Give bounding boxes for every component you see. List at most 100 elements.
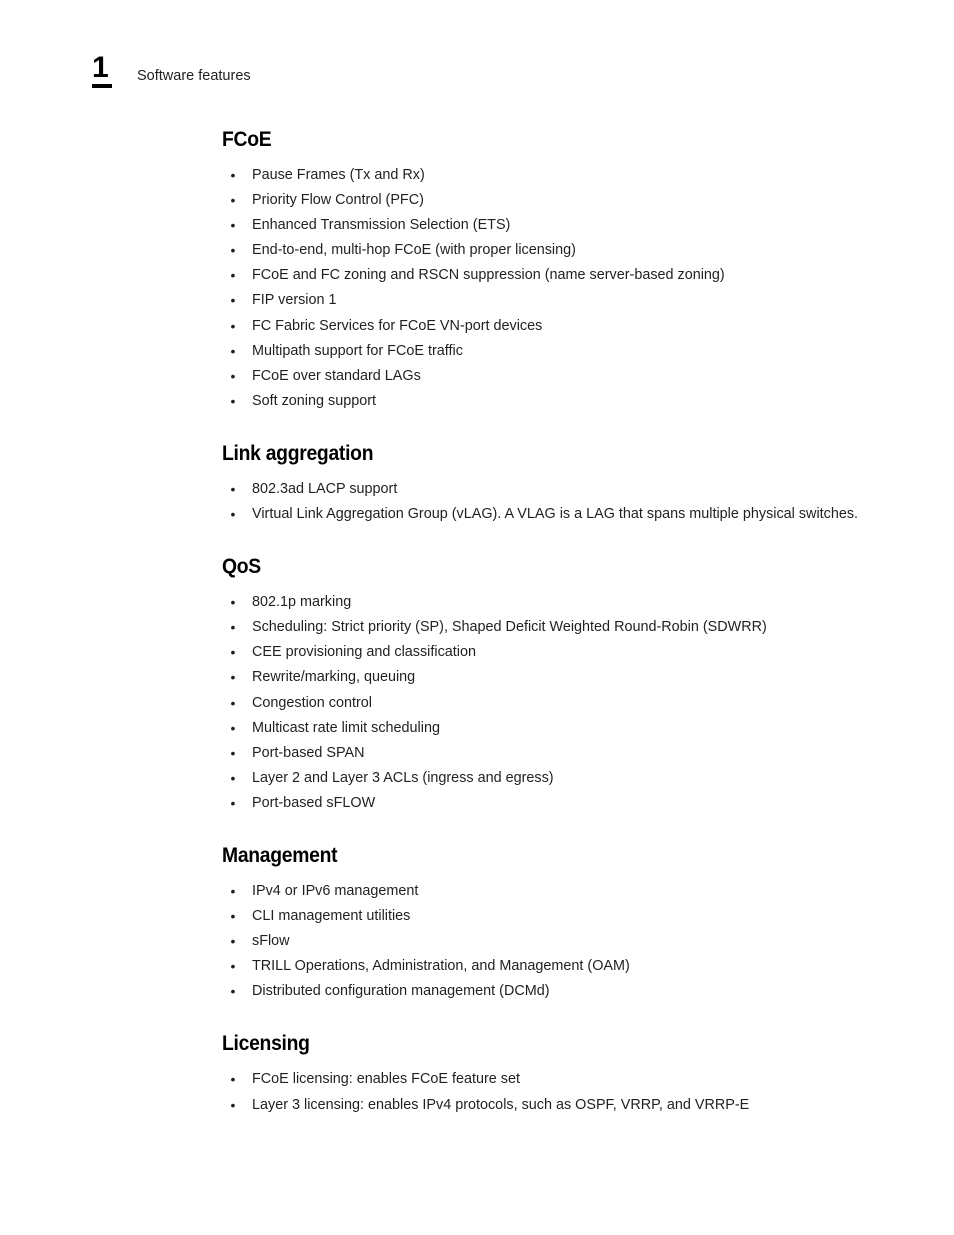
running-header-title: Software features <box>137 68 251 84</box>
list-item-text: Virtual Link Aggregation Group (vLAG). A… <box>252 506 859 523</box>
list-item: • Soft zoning support <box>222 389 922 414</box>
list-item-text: IPv4 or IPv6 management <box>252 882 419 899</box>
list-item-text: Enhanced Transmission Selection (ETS) <box>252 217 511 234</box>
section-heading: FCoE <box>222 128 272 151</box>
list-item: • Priority Flow Control (PFC) <box>222 188 922 213</box>
list-item: • FC Fabric Services for FCoE VN-port dev… <box>222 314 922 339</box>
list-item-text: End-to-end, multi-hop FCoE (with proper … <box>252 242 576 259</box>
list-item: • 802.1p marking <box>222 590 922 615</box>
list-item: • End-to-end, multi-hop FCoE (with proper… <box>222 238 922 263</box>
list-item-text: CEE provisioning and classification <box>252 644 476 661</box>
list-item-text: Pause Frames (Tx and Rx) <box>252 167 425 183</box>
list-item: • TRILL Operations, Administration, and M… <box>222 954 922 979</box>
list-item: • Multicast rate limit scheduling <box>222 716 922 741</box>
feature-list: • IPv4 or IPv6 management • CLI management … <box>222 879 922 1004</box>
bullet-icon: • <box>230 744 236 761</box>
list-item-text: Priority Flow Control (PFC) <box>252 192 424 209</box>
list-item-text: FCoE and FC zoning and RSCN suppression … <box>252 267 725 284</box>
feature-section: Licensing • FCoE licensing: enables FCoE f… <box>222 1032 922 1117</box>
bullet-icon: • <box>230 694 236 711</box>
bullet-icon: • <box>230 669 236 686</box>
list-item: • FCoE and FC zoning and RSCN suppression… <box>222 263 922 288</box>
bullet-icon: • <box>230 794 236 811</box>
section-heading: Management <box>222 843 338 867</box>
bullet-icon: • <box>230 933 236 950</box>
document-page: 1 Software features FCoE • Pause Frames (T… <box>0 0 954 1235</box>
bullet-icon: • <box>230 317 236 334</box>
list-item: • Layer 2 and Layer 3 ACLs (ingress and e… <box>222 766 922 791</box>
feature-list: • 802.3ad LACP support • Virtual Link Aggre… <box>222 477 922 527</box>
chapter-number: 1 <box>92 53 112 88</box>
bullet-icon: • <box>230 480 236 497</box>
feature-section: Management • IPv4 or IPv6 management • CLI m… <box>222 844 922 1004</box>
list-item: • Distributed configuration management (D… <box>222 979 922 1004</box>
list-item-text: Congestion control <box>252 694 372 711</box>
bullet-icon: • <box>230 983 236 1000</box>
feature-list: • 802.1p marking • Scheduling: Strict prior… <box>222 590 922 816</box>
list-item: • Multipath support for FCoE traffic <box>222 339 922 364</box>
feature-list: • Pause Frames (Tx and Rx) • Priority Flow … <box>222 163 922 414</box>
bullet-icon: • <box>230 619 236 636</box>
bullet-icon: • <box>230 167 236 183</box>
list-item: • Virtual Link Aggregation Group (vLAG). … <box>222 502 922 527</box>
list-item-text: Multicast rate limit scheduling <box>252 719 440 736</box>
list-item-text: Port-based sFLOW <box>252 794 376 811</box>
list-item: • 802.3ad LACP support <box>222 477 922 502</box>
list-item-text: FC Fabric Services for FCoE VN-port devi… <box>252 317 543 334</box>
list-item: • FIP version 1 <box>222 288 922 313</box>
list-item-text: Scheduling: Strict priority (SP), Shaped… <box>252 619 767 636</box>
list-item: • Congestion control <box>222 691 922 716</box>
feature-section: FCoE • Pause Frames (Tx and Rx) • Priority F… <box>222 128 922 414</box>
list-item-text: Layer 3 licensing: enables IPv4 protocol… <box>252 1096 750 1113</box>
list-item-text: Port-based SPAN <box>252 744 365 761</box>
bullet-icon: • <box>230 217 236 234</box>
bullet-icon: • <box>230 506 236 523</box>
bullet-icon: • <box>230 392 236 409</box>
list-item: • Layer 3 licensing: enables IPv4 protoco… <box>222 1093 922 1118</box>
list-item: • Pause Frames (Tx and Rx) <box>222 163 922 188</box>
list-item-text: FCoE licensing: enables FCoE feature set <box>252 1071 520 1088</box>
bullet-icon: • <box>230 292 236 309</box>
bullet-icon: • <box>230 594 236 611</box>
list-item: • FCoE licensing: enables FCoE feature se… <box>222 1067 922 1092</box>
bullet-icon: • <box>230 882 236 899</box>
section-heading: QoS <box>222 555 261 579</box>
list-item: • Port-based SPAN <box>222 741 922 766</box>
bullet-icon: • <box>230 267 236 284</box>
list-item: • Rewrite/marking, queuing <box>222 665 922 690</box>
list-item-text: Rewrite/marking, queuing <box>252 669 416 686</box>
bullet-icon: • <box>230 958 236 975</box>
list-item-text: Distributed configuration management (DC… <box>252 983 550 1000</box>
bullet-icon: • <box>230 644 236 661</box>
list-item: • IPv4 or IPv6 management <box>222 879 922 904</box>
list-item: • CLI management utilities <box>222 904 922 929</box>
bullet-icon: • <box>230 192 236 209</box>
section-heading: Licensing <box>222 1032 310 1056</box>
list-item-text: FCoE over standard LAGs <box>252 367 421 384</box>
page-content: FCoE • Pause Frames (Tx and Rx) • Priority F… <box>222 128 922 1118</box>
list-item-text: Soft zoning support <box>252 392 376 409</box>
section-heading: Link aggregation <box>222 441 374 465</box>
list-item-text: Multipath support for FCoE traffic <box>252 342 463 359</box>
list-item: • Port-based sFLOW <box>222 791 922 816</box>
feature-section: QoS • 802.1p marking • Scheduling: Strict pr… <box>222 555 922 816</box>
list-item: • FCoE over standard LAGs <box>222 364 922 389</box>
bullet-icon: • <box>230 719 236 736</box>
list-item: • sFlow <box>222 929 922 954</box>
bullet-icon: • <box>230 1071 236 1088</box>
list-item: • Enhanced Transmission Selection (ETS) <box>222 213 922 238</box>
bullet-icon: • <box>230 769 236 786</box>
bullet-icon: • <box>230 242 236 259</box>
bullet-icon: • <box>230 367 236 384</box>
list-item-text: CLI management utilities <box>252 908 411 925</box>
list-item-text: TRILL Operations, Administration, and Ma… <box>252 958 630 975</box>
list-item-text: 802.1p marking <box>252 594 352 611</box>
bullet-icon: • <box>230 1096 236 1113</box>
list-item-text: Layer 2 and Layer 3 ACLs (ingress and eg… <box>252 769 554 786</box>
list-item: • CEE provisioning and classification <box>222 640 922 665</box>
bullet-icon: • <box>230 908 236 925</box>
list-item-text: 802.3ad LACP support <box>252 480 398 497</box>
list-item-text: FIP version 1 <box>252 292 337 309</box>
bullet-icon: • <box>230 342 236 359</box>
running-header: 1 Software features <box>92 52 251 88</box>
